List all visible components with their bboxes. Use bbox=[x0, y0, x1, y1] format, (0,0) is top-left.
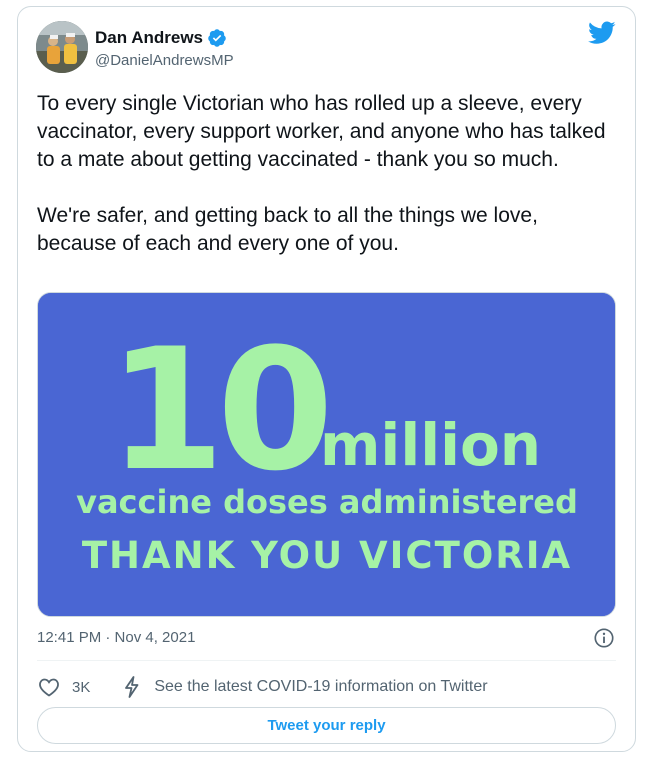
lightning-bolt-icon bbox=[125, 676, 139, 698]
author-handle[interactable]: @DanielAndrewsMP bbox=[95, 52, 234, 69]
verified-badge-icon bbox=[208, 29, 226, 47]
covid-info-text: See the latest COVID-19 information on T… bbox=[154, 678, 488, 695]
profile-photo bbox=[36, 21, 88, 73]
vaccine-milestone-graphic: 10 million vaccine doses administered TH… bbox=[38, 293, 615, 616]
twitter-bird-icon[interactable] bbox=[588, 21, 616, 45]
info-icon[interactable] bbox=[593, 627, 615, 649]
big-number: 10 bbox=[108, 312, 326, 508]
covid-info-link[interactable]: See the latest COVID-19 information on T… bbox=[122, 675, 488, 699]
heart-icon bbox=[39, 678, 59, 697]
unit-label: million bbox=[320, 411, 541, 479]
tweet-image[interactable]: 10 million vaccine doses administered TH… bbox=[37, 292, 616, 617]
like-button[interactable]: 3K bbox=[37, 675, 90, 699]
tweet-reply-button[interactable]: Tweet your reply bbox=[37, 707, 616, 744]
thanks-label: THANK YOU VICTORIA bbox=[82, 534, 572, 577]
tweet-timestamp[interactable]: 12:41 PM · Nov 4, 2021 bbox=[37, 629, 195, 646]
author-name-row: Dan Andrews bbox=[95, 28, 227, 48]
like-count: 3K bbox=[72, 678, 91, 696]
avatar[interactable] bbox=[36, 21, 88, 73]
subtitle-label: vaccine doses administered bbox=[76, 483, 578, 521]
divider bbox=[37, 660, 616, 661]
author-name[interactable]: Dan Andrews bbox=[95, 28, 203, 48]
tweet-text: To every single Victorian who has rolled… bbox=[37, 92, 606, 255]
tweet-actions: 3K See the latest COVID-19 information o… bbox=[37, 674, 488, 700]
